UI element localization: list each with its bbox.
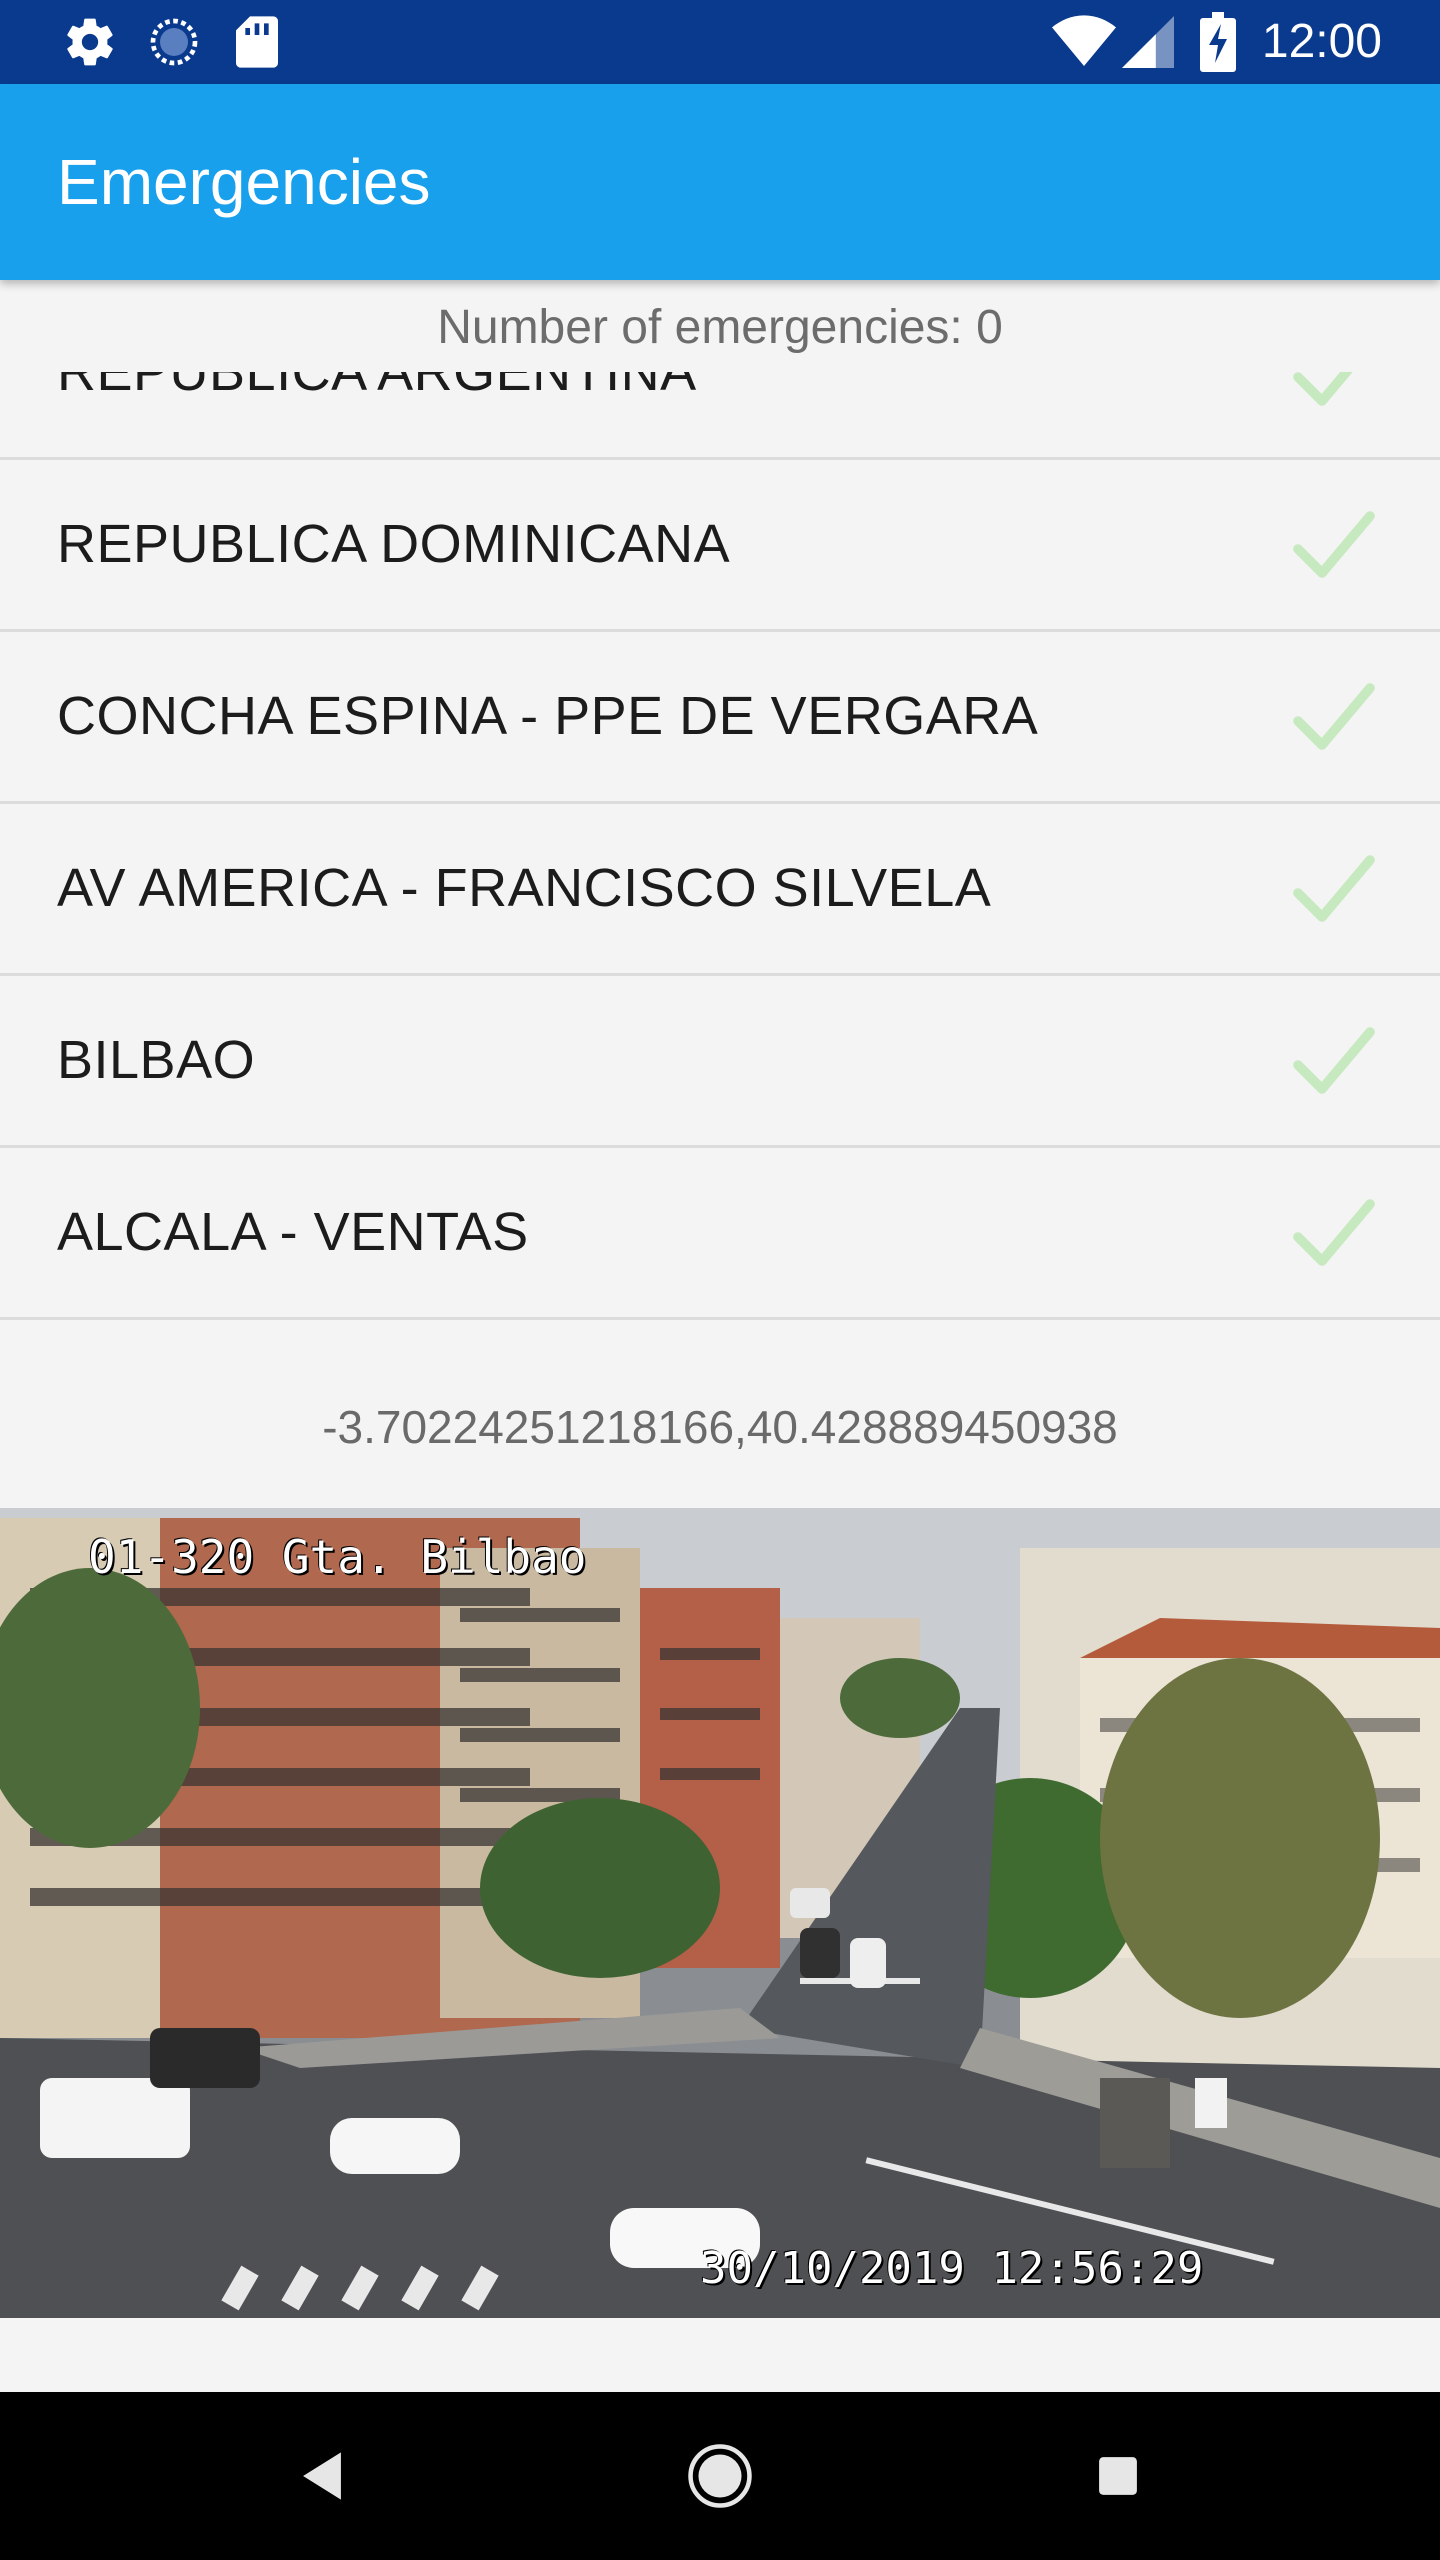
check-icon xyxy=(1292,1026,1376,1098)
app-bar: Emergencies xyxy=(0,84,1440,280)
location-coordinates: -3.70224251218166,40.428889450938 xyxy=(322,1401,1118,1453)
emergency-list[interactable]: REPUBLICA ARGENTINA REPUBLICA DOMINICANA… xyxy=(0,372,1440,1350)
list-item-label: AV AMERICA - FRANCISCO SILVELA xyxy=(57,858,992,918)
sync-icon xyxy=(146,0,202,84)
list-item[interactable]: REPUBLICA DOMINICANA xyxy=(0,460,1440,632)
home-button[interactable] xyxy=(660,2392,780,2560)
check-icon xyxy=(1292,1198,1376,1270)
clock-time: 12:00 xyxy=(1261,15,1382,68)
list-item[interactable]: CONCHA ESPINA - PPE DE VERGARA xyxy=(0,632,1440,804)
list-item[interactable]: ALCALA - VENTAS xyxy=(0,1148,1440,1320)
check-icon xyxy=(1292,682,1376,754)
check-icon xyxy=(1292,854,1376,926)
page-title: Emergencies xyxy=(57,146,431,218)
list-item-label: BILBAO xyxy=(57,1030,256,1090)
check-icon xyxy=(1292,510,1376,582)
back-button[interactable] xyxy=(262,2392,382,2560)
list-item[interactable]: BILBAO xyxy=(0,976,1440,1148)
list-item[interactable]: AV AMERICA - FRANCISCO SILVELA xyxy=(0,804,1440,976)
navigation-bar xyxy=(0,2392,1440,2560)
battery-charging-icon xyxy=(1200,0,1236,84)
recents-button[interactable] xyxy=(1058,2392,1178,2560)
status-bar: 12:00 xyxy=(0,0,1440,84)
home-icon xyxy=(688,2444,752,2508)
gear-icon xyxy=(62,0,118,84)
signal-icon xyxy=(1122,0,1174,84)
list-item-label: CONCHA ESPINA - PPE DE VERGARA xyxy=(57,686,1039,746)
camera-label: 01-320 Gta. Bilbao xyxy=(88,1530,587,1584)
recents-icon xyxy=(1099,2457,1137,2495)
emergency-count: Number of emergencies: 0 xyxy=(437,301,1003,354)
list-item-label: REPUBLICA ARGENTINA xyxy=(57,372,697,402)
camera-timestamp: 30/10/2019 12:56:29 xyxy=(700,2243,1204,2294)
back-icon xyxy=(303,2452,341,2500)
list-item-label: REPUBLICA DOMINICANA xyxy=(57,514,731,574)
camera-scene xyxy=(0,1508,1440,2318)
sd-card-icon xyxy=(232,0,282,84)
wifi-icon xyxy=(1052,0,1116,84)
check-icon xyxy=(1292,372,1376,410)
traffic-camera-image: 01-320 Gta. Bilbao 30/10/2019 12:56:29 xyxy=(0,1508,1440,2318)
list-item-label: ALCALA - VENTAS xyxy=(57,1202,529,1262)
list-item[interactable]: REPUBLICA ARGENTINA xyxy=(0,372,1440,460)
